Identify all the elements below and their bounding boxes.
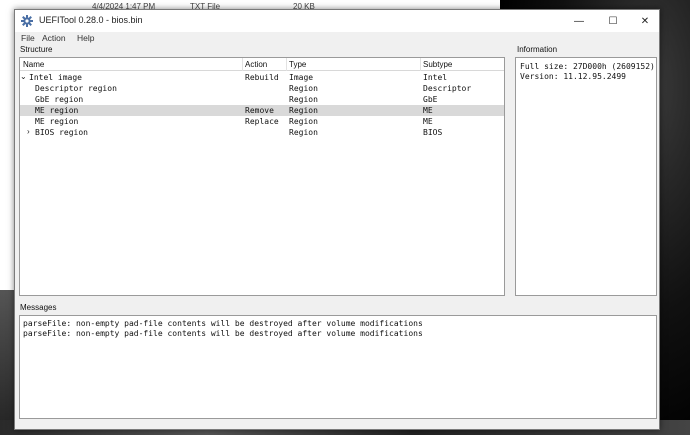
- close-button[interactable]: ✕: [629, 10, 661, 32]
- row-type: Region: [289, 95, 318, 104]
- column-separator[interactable]: [242, 58, 243, 71]
- window-title: UEFITool 0.28.0 - bios.bin: [39, 15, 143, 25]
- row-subtype: ME: [423, 106, 433, 115]
- background-wallpaper-edge: [0, 290, 14, 435]
- menu-file[interactable]: File: [21, 33, 35, 43]
- tree-row[interactable]: › BIOS region Region BIOS: [20, 127, 504, 138]
- tree-row-selected[interactable]: ME region Remove Region ME: [20, 105, 504, 116]
- message-line: parseFile: non-empty pad-file contents w…: [23, 319, 423, 328]
- minimize-icon: —: [574, 15, 584, 27]
- menu-help[interactable]: Help: [77, 33, 94, 43]
- status-bar: [15, 421, 659, 429]
- row-action: Remove: [245, 106, 274, 115]
- row-subtype: Intel: [423, 73, 448, 82]
- row-action: Rebuild: [245, 73, 279, 82]
- app-gear-icon: [21, 15, 33, 27]
- menu-bar: File Action Help: [15, 32, 659, 45]
- info-full-size: Full size: 27D000h (2609152): [520, 62, 655, 71]
- tree-row[interactable]: Descriptor region Region Descriptor: [20, 83, 504, 94]
- info-version: Version: 11.12.95.2499: [520, 72, 626, 81]
- structure-tree-header: Name Action Type Subtype: [20, 58, 504, 71]
- row-name: GbE region: [35, 95, 84, 104]
- row-name: ME region: [35, 106, 79, 115]
- uefitool-window: UEFITool 0.28.0 - bios.bin — ☐ ✕ File Ac…: [14, 9, 660, 430]
- row-subtype: BIOS: [423, 128, 443, 137]
- message-line: parseFile: non-empty pad-file contents w…: [23, 329, 423, 338]
- messages-panel[interactable]: parseFile: non-empty pad-file contents w…: [19, 315, 657, 419]
- tree-row[interactable]: ⌄ Intel image Rebuild Image Intel: [20, 72, 504, 83]
- row-type: Region: [289, 84, 318, 93]
- collapsed-chevron-icon[interactable]: ›: [27, 127, 30, 136]
- information-panel[interactable]: Full size: 27D000h (2609152) Version: 11…: [515, 57, 657, 296]
- row-subtype: GbE: [423, 95, 438, 104]
- tree-row[interactable]: GbE region Region GbE: [20, 94, 504, 105]
- row-name: Intel image: [29, 73, 82, 82]
- row-subtype: ME: [423, 117, 433, 126]
- structure-tree[interactable]: Name Action Type Subtype ⌄ Intel image R…: [19, 57, 505, 296]
- title-bar[interactable]: UEFITool 0.28.0 - bios.bin — ☐ ✕: [15, 10, 659, 32]
- messages-label: Messages: [20, 303, 57, 312]
- row-subtype: Descriptor: [423, 84, 472, 93]
- row-type: Region: [289, 117, 318, 126]
- row-name: ME region: [35, 117, 79, 126]
- row-name: Descriptor region: [35, 84, 117, 93]
- tree-row[interactable]: ME region Replace Region ME: [20, 116, 504, 127]
- column-header-action[interactable]: Action: [245, 60, 267, 69]
- row-type: Region: [289, 106, 318, 115]
- column-header-name[interactable]: Name: [23, 60, 44, 69]
- row-action: Replace: [245, 117, 279, 126]
- column-header-type[interactable]: Type: [289, 60, 306, 69]
- structure-label: Structure: [20, 45, 53, 54]
- maximize-button[interactable]: ☐: [597, 10, 629, 32]
- row-name: BIOS region: [35, 128, 88, 137]
- close-icon: ✕: [640, 15, 650, 27]
- column-separator[interactable]: [286, 58, 287, 71]
- expanded-chevron-icon[interactable]: ⌄: [20, 72, 27, 81]
- minimize-button[interactable]: —: [563, 10, 595, 32]
- row-type: Region: [289, 128, 318, 137]
- column-separator[interactable]: [420, 58, 421, 71]
- menu-action[interactable]: Action: [42, 33, 66, 43]
- row-type: Image: [289, 73, 314, 82]
- maximize-icon: ☐: [608, 15, 618, 27]
- column-header-subtype[interactable]: Subtype: [423, 60, 452, 69]
- information-label: Information: [517, 45, 558, 54]
